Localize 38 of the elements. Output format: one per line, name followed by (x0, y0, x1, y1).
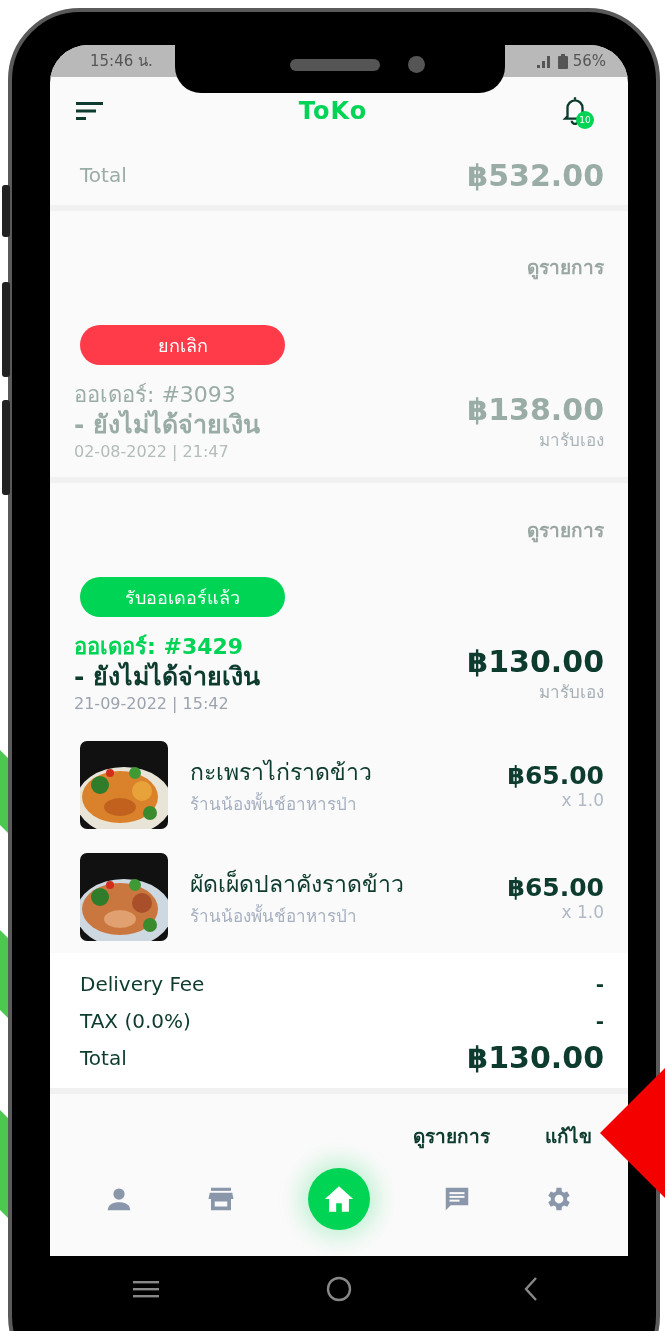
item-price: ฿65.00 (507, 760, 604, 790)
total-label: Total (80, 163, 127, 187)
summary-label: Total (80, 1045, 127, 1070)
item-name: กะเพราไก่ราดข้าว (190, 757, 373, 787)
menu-icon[interactable] (76, 101, 104, 121)
order-price: ฿130.00 (467, 644, 604, 680)
summary-value: ฿130.00 (467, 1040, 604, 1075)
shop-name: ร้านน้องพั้นช์อาหารป่า (190, 903, 358, 928)
order-number: ออเดอร์: #3429 (74, 633, 245, 661)
battery-icon (557, 53, 568, 69)
summary-value: - (595, 1008, 604, 1033)
delivery-method: มารับเอง (539, 429, 604, 452)
signal-icon (536, 54, 553, 68)
summary-label: TAX (0.0%) (80, 1008, 191, 1033)
order-price: ฿138.00 (467, 392, 604, 428)
total-amount: ฿532.00 (467, 157, 604, 193)
action-link[interactable]: ดูรายการ (413, 1114, 490, 1158)
item-quantity: x 1.0 (561, 901, 604, 922)
payment-status: - ยังไม่ได้จ่ายเงิน (74, 661, 261, 693)
summary-value: - (595, 971, 604, 996)
status-badge: รับออเดอร์แล้ว (80, 577, 285, 617)
order-number: ออเดอร์: #3093 (74, 381, 237, 409)
order-datetime: 21-09-2022 | 15:42 (74, 693, 230, 715)
item-quantity: x 1.0 (561, 789, 604, 810)
item-price: ฿65.00 (507, 872, 604, 902)
item-name: ผัดเผ็ดปลาคังราดข้าว (190, 868, 405, 899)
action-link[interactable]: แก้ไข (545, 1114, 592, 1158)
notification-badge: 10 (576, 111, 594, 129)
shop-name: ร้านน้องพั้นช์อาหารป่า (190, 791, 358, 816)
circle-icon[interactable] (325, 1274, 353, 1303)
payment-status: - ยังไม่ได้จ่ายเงิน (74, 409, 261, 441)
status-time: 15:46 น. (90, 51, 153, 72)
delivery-method: มารับเอง (539, 681, 604, 704)
battery-level: 56% (572, 52, 606, 70)
summary-label: Delivery Fee (80, 971, 205, 996)
order-datetime: 02-08-2022 | 21:47 (74, 441, 230, 463)
app-title: ToKo (298, 97, 368, 125)
status-badge: ยกเลิก (80, 325, 285, 365)
